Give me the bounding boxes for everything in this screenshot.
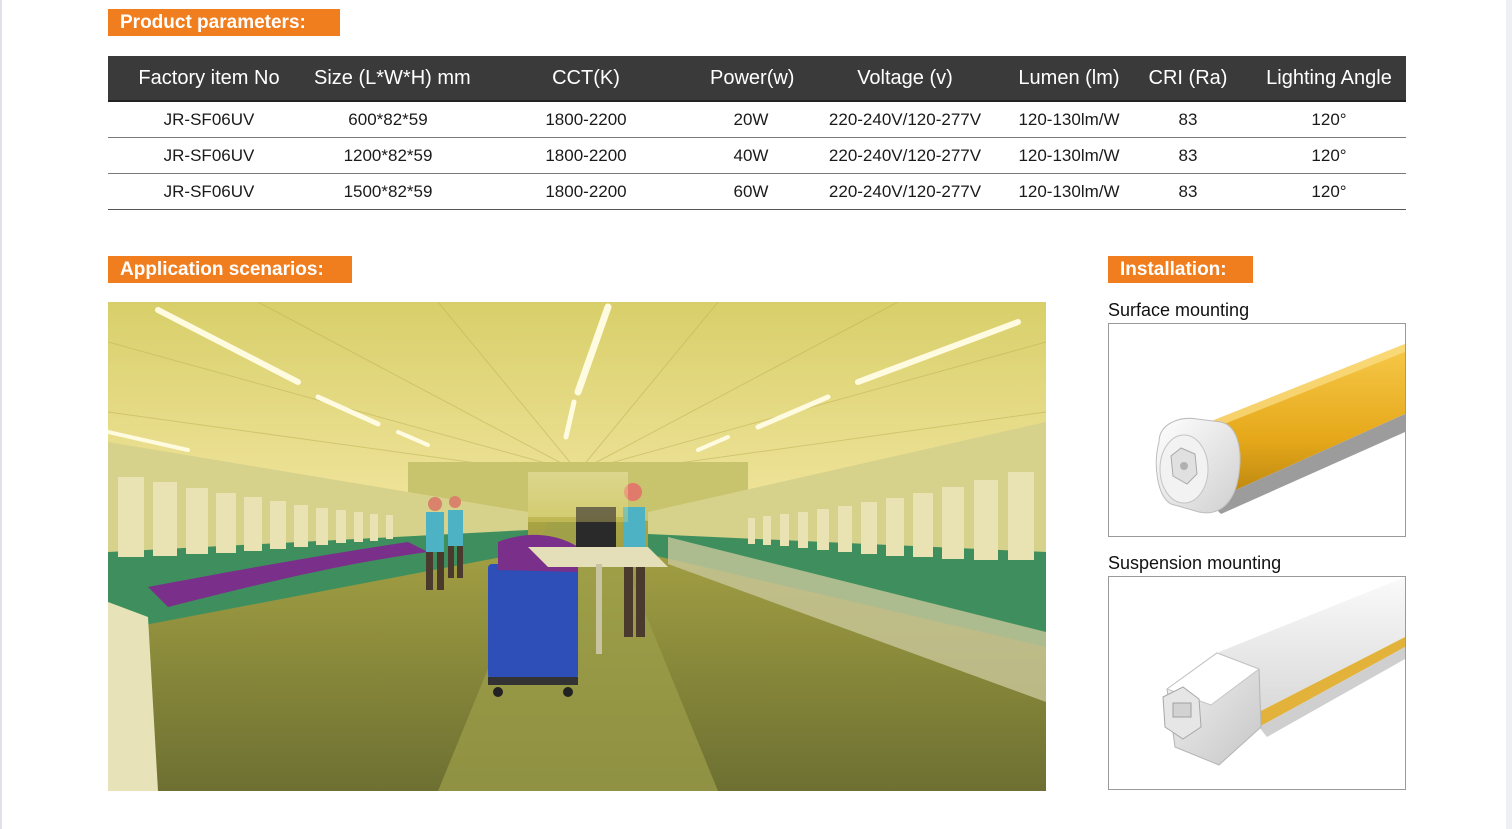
table-row: JR-SF06UV 1200*82*59 1800-2200 40W 220-2… [108, 137, 1406, 174]
header-cct: CCT(K) [466, 56, 706, 102]
cell-angle: 120° [1252, 137, 1406, 174]
factory-scene-photo [108, 302, 1046, 791]
header-size: Size (L*W*H) mm [310, 56, 471, 102]
cell-lumen: 120-130lm/W [1014, 173, 1124, 210]
cell-power: 20W [706, 101, 796, 138]
cell-cri: 83 [1124, 173, 1252, 210]
cell-voltage: 220-240V/120-277V [796, 137, 1014, 174]
suspension-mounting-image [1108, 576, 1406, 790]
cell-cct: 1800-2200 [466, 101, 706, 138]
header-cri: CRI (Ra) [1124, 56, 1252, 102]
cell-voltage: 220-240V/120-277V [796, 173, 1014, 210]
product-parameters-table: Factory item No Size (L*W*H) mm CCT(K) P… [108, 56, 1406, 210]
cell-cct: 1800-2200 [466, 173, 706, 210]
header-lumen: Lumen (lm) [1014, 56, 1124, 102]
cell-power: 60W [706, 173, 796, 210]
suspension-mounting-label: Suspension mounting [1108, 553, 1282, 573]
cell-cri: 83 [1124, 137, 1252, 174]
cell-power: 40W [706, 137, 796, 174]
table-header-row: Factory item No Size (L*W*H) mm CCT(K) P… [108, 56, 1406, 102]
header-power: Power(w) [706, 56, 796, 102]
cell-item-no: JR-SF06UV [108, 173, 310, 210]
cell-size: 1200*82*59 [310, 137, 466, 174]
application-scenarios-heading: Application scenarios: [108, 256, 352, 283]
page-left-edge [0, 0, 2, 829]
cell-item-no: JR-SF06UV [108, 137, 310, 174]
cell-angle: 120° [1252, 173, 1406, 210]
cell-cct: 1800-2200 [466, 137, 706, 174]
cell-lumen: 120-130lm/W [1014, 137, 1124, 174]
header-factory-item-no: Factory item No [108, 56, 310, 102]
surface-mounting-label: Surface mounting [1108, 300, 1250, 320]
cell-size: 600*82*59 [310, 101, 466, 138]
header-voltage: Voltage (v) [796, 56, 1014, 102]
installation-heading: Installation: [1108, 256, 1253, 283]
surface-mounting-image [1108, 323, 1406, 537]
table-row: JR-SF06UV 1500*82*59 1800-2200 60W 220-2… [108, 173, 1406, 210]
cell-angle: 120° [1252, 101, 1406, 138]
cell-lumen: 120-130lm/W [1014, 101, 1124, 138]
page-right-edge [1506, 0, 1512, 829]
cell-item-no: JR-SF06UV [108, 101, 310, 138]
cell-voltage: 220-240V/120-277V [796, 101, 1014, 138]
cell-size: 1500*82*59 [310, 173, 466, 210]
table-row: JR-SF06UV 600*82*59 1800-2200 20W 220-24… [108, 101, 1406, 138]
cell-cri: 83 [1124, 101, 1252, 138]
product-parameters-heading: Product parameters: [108, 9, 340, 36]
header-lighting-angle: Lighting Angle [1252, 56, 1406, 102]
